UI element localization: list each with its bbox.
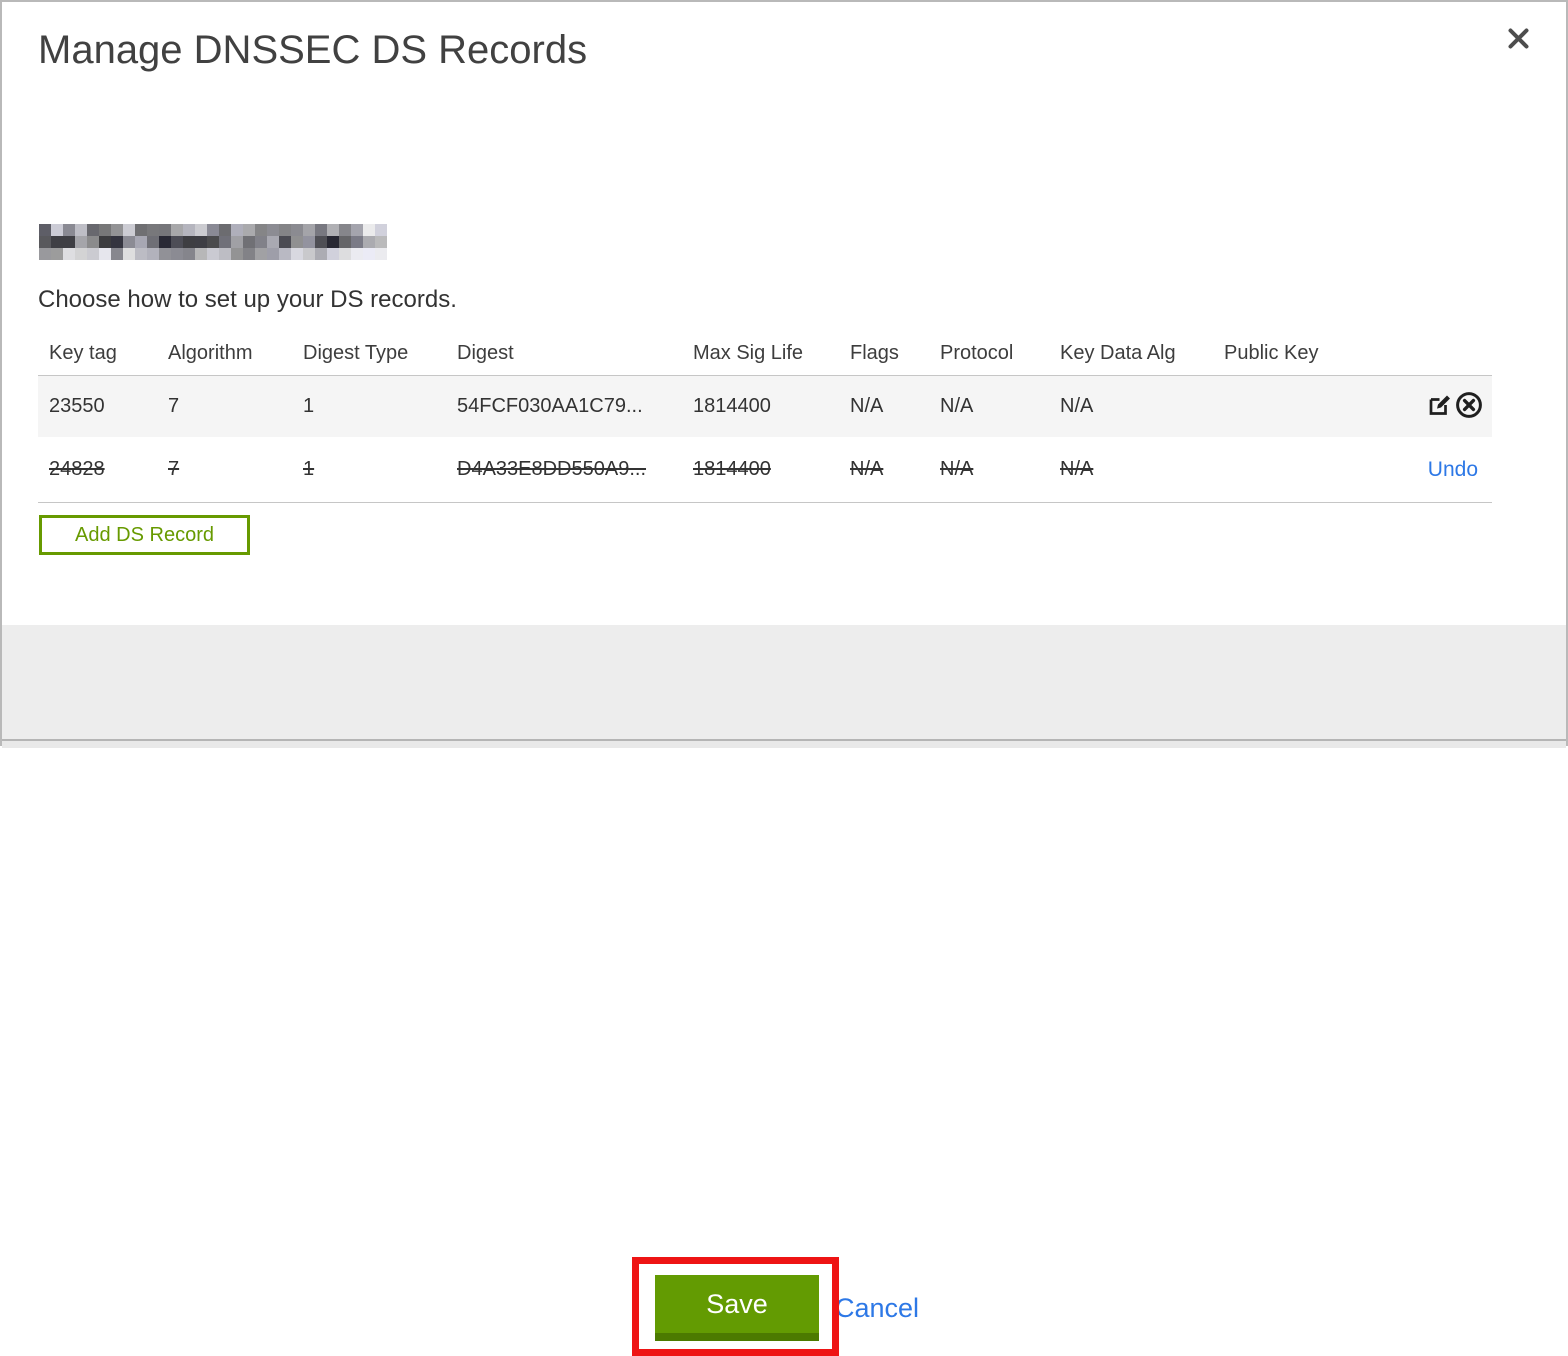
column-header-max-sig-life: Max Sig Life bbox=[693, 342, 804, 364]
column-header-flags: Flags bbox=[850, 342, 899, 364]
close-button[interactable] bbox=[1500, 22, 1536, 58]
save-button[interactable]: Save bbox=[655, 1275, 819, 1341]
delete-icon bbox=[1454, 390, 1484, 423]
cell-digest: 54FCF030AA1C79... bbox=[457, 395, 643, 417]
table-row: 24828 7 1 D4A33E8DD550A9... 1814400 N/A … bbox=[38, 437, 1492, 503]
redacted-domain bbox=[39, 224, 387, 260]
cell-max-sig-life: 1814400 bbox=[693, 395, 771, 417]
cell-digest-type: 1 bbox=[303, 395, 315, 417]
column-header-digest: Digest bbox=[457, 342, 514, 364]
cell-key-tag: 24828 bbox=[49, 458, 105, 480]
close-icon bbox=[1505, 25, 1532, 55]
cell-actions: Undo bbox=[1404, 458, 1492, 482]
column-header-algorithm: Algorithm bbox=[168, 342, 253, 364]
column-header-public-key: Public Key bbox=[1224, 342, 1319, 364]
add-ds-record-button[interactable]: Add DS Record bbox=[39, 515, 250, 555]
table-row: 23550 7 1 54FCF030AA1C79... 1814400 N/A … bbox=[38, 376, 1492, 437]
edit-icon bbox=[1426, 391, 1454, 422]
cell-flags: N/A bbox=[850, 395, 884, 417]
cell-max-sig-life: 1814400 bbox=[693, 458, 771, 480]
ds-records-table: Key tag Algorithm Digest Type Digest Max… bbox=[38, 332, 1492, 503]
table-header-row: Key tag Algorithm Digest Type Digest Max… bbox=[38, 332, 1492, 376]
cell-key-data-alg: N/A bbox=[1060, 458, 1094, 480]
cell-algorithm: 7 bbox=[168, 458, 180, 480]
cell-digest-type: 1 bbox=[303, 458, 315, 480]
column-header-key-data-alg: Key Data Alg bbox=[1060, 342, 1176, 364]
cell-digest: D4A33E8DD550A9... bbox=[457, 458, 647, 480]
modal-footer: Save Cancel bbox=[2, 625, 1566, 1356]
undo-link[interactable]: Undo bbox=[1428, 458, 1484, 482]
cancel-link[interactable]: Cancel bbox=[835, 1293, 919, 1324]
page-title: Manage DNSSEC DS Records bbox=[38, 28, 588, 72]
dnssec-modal: Manage DNSSEC DS Records Choose how to s… bbox=[0, 0, 1568, 1356]
cell-key-data-alg: N/A bbox=[1060, 395, 1094, 417]
cell-key-tag: 23550 bbox=[49, 395, 105, 417]
cell-protocol: N/A bbox=[940, 458, 974, 480]
column-header-key-tag: Key tag bbox=[49, 342, 117, 364]
cell-algorithm: 7 bbox=[168, 395, 180, 417]
instructions-text: Choose how to set up your DS records. bbox=[38, 286, 457, 313]
cell-flags: N/A bbox=[850, 458, 884, 480]
cell-actions bbox=[1404, 390, 1492, 423]
column-header-digest-type: Digest Type bbox=[303, 342, 409, 364]
column-header-protocol: Protocol bbox=[940, 342, 1014, 364]
delete-record-button[interactable] bbox=[1454, 390, 1484, 423]
edit-record-button[interactable] bbox=[1426, 391, 1454, 422]
page-bottom-strip bbox=[2, 739, 1566, 748]
cell-protocol: N/A bbox=[940, 395, 974, 417]
